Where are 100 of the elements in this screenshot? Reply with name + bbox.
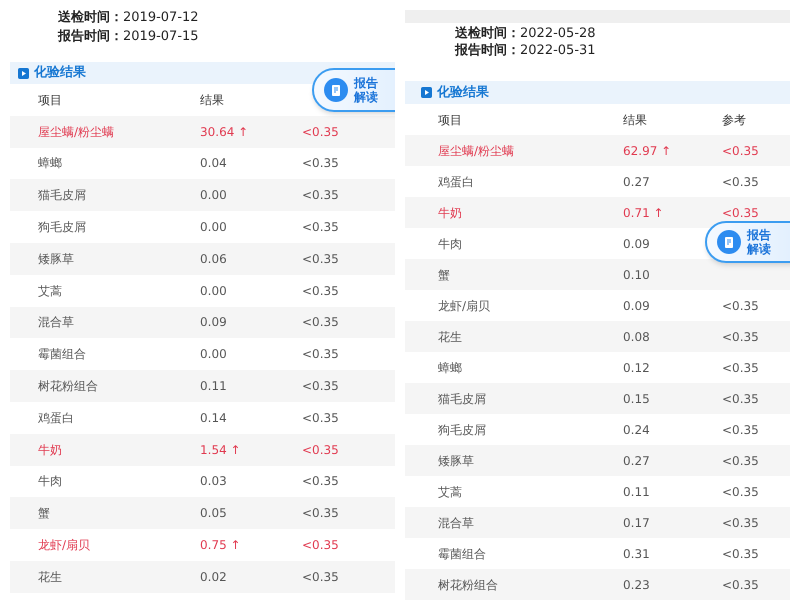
result-value: 0.00 [200, 220, 227, 234]
result-value: 0.08 [623, 330, 650, 344]
column-header: 结果 [200, 92, 224, 107]
item-name: 蟑螂 [438, 360, 462, 374]
date-value: 2022-05-31 [520, 42, 596, 60]
result-value: 0.00 [200, 347, 227, 362]
item-name: 艾蒿 [38, 284, 62, 298]
item-name: 龙虾/扇贝 [438, 298, 490, 312]
column-header: 参考 [722, 112, 746, 126]
item-name: 花生 [438, 330, 462, 344]
play-icon [421, 87, 432, 98]
reference-value: <0.35 [722, 206, 759, 220]
reference-value: <0.35 [722, 144, 759, 158]
reference-value: <0.35 [302, 410, 339, 425]
reference-value: <0.35 [722, 174, 759, 188]
reference-value: <0.35 [302, 156, 339, 170]
item-name: 树花粉组合 [438, 578, 498, 592]
result-value: 0.17 [623, 516, 650, 530]
item-name: 混合草 [438, 516, 474, 530]
item-name: 牛奶 [38, 442, 62, 457]
item-name: 猫毛皮屑 [438, 392, 486, 406]
reference-value: <0.35 [302, 474, 339, 488]
reference-value: <0.35 [722, 484, 759, 498]
reference-value: <0.35 [302, 284, 339, 298]
result-value: 0.02 [200, 570, 227, 584]
result-value: 0.09 [623, 236, 650, 250]
result-value: 0.15 [623, 392, 650, 406]
reference-value: <0.35 [722, 546, 759, 560]
result-value: 0.24 [623, 422, 650, 436]
date-value: 2019-07-15 [123, 28, 199, 46]
reference-value: <0.35 [722, 392, 759, 406]
item-name: 狗毛皮屑 [438, 422, 486, 436]
document-icon [717, 230, 741, 254]
section-title: 化验结果 [34, 64, 86, 82]
column-header: 项目 [438, 112, 462, 126]
item-name: 鸡蛋白 [438, 174, 474, 188]
report-interpret-button[interactable]: 报告 解读 [312, 68, 395, 112]
item-name: 牛肉 [438, 236, 462, 250]
item-name: 蟹 [38, 506, 50, 520]
result-value: 0.23 [623, 578, 650, 592]
item-name: 牛奶 [438, 206, 462, 220]
reference-value: <0.35 [722, 360, 759, 374]
result-value: 0.71 ↑ [623, 206, 664, 220]
column-header: 项目 [38, 92, 62, 107]
play-icon [18, 68, 29, 78]
date-label: 报告时间： [455, 42, 520, 60]
reference-value: <0.35 [302, 252, 339, 266]
item-name: 猫毛皮屑 [38, 188, 86, 202]
result-value: 0.11 [623, 484, 650, 498]
item-name: 花生 [38, 570, 62, 584]
result-value: 0.27 [623, 454, 650, 468]
result-value: 0.05 [200, 506, 227, 520]
result-value: 0.75 ↑ [200, 538, 241, 552]
reference-value: <0.35 [302, 124, 339, 139]
reference-value: <0.35 [302, 220, 339, 234]
result-value: 0.10 [623, 268, 650, 282]
reference-value: <0.35 [722, 454, 759, 468]
result-value: 0.09 [623, 298, 650, 312]
result-value: 1.54 ↑ [200, 442, 241, 457]
item-name: 牛肉 [38, 474, 62, 488]
reference-value: <0.35 [722, 516, 759, 530]
reference-value: <0.35 [722, 422, 759, 436]
date-value: 2019-07-12 [123, 8, 199, 27]
date-label: 送检时间： [58, 8, 123, 27]
report-interpret-button[interactable]: 报告 解读 [705, 221, 790, 263]
reference-value: <0.35 [722, 330, 759, 344]
item-name: 狗毛皮屑 [38, 220, 86, 234]
result-value: 0.00 [200, 284, 227, 298]
result-value: 62.97 ↑ [623, 144, 672, 158]
item-name: 矮豚草 [38, 252, 74, 266]
item-name: 树花粉组合 [38, 379, 98, 394]
item-name: 鸡蛋白 [38, 410, 74, 425]
result-value: 0.03 [200, 474, 227, 488]
reference-value: <0.35 [302, 538, 339, 552]
item-name: 矮豚草 [438, 454, 474, 468]
reference-value: <0.35 [302, 379, 339, 394]
result-value: 0.09 [200, 315, 227, 330]
reference-value: <0.35 [302, 442, 339, 457]
item-name: 蟑螂 [38, 156, 62, 170]
item-name: 蟹 [438, 268, 450, 282]
column-header: 结果 [623, 112, 647, 126]
result-value: 0.04 [200, 156, 227, 170]
reference-value: <0.35 [302, 506, 339, 520]
reference-value: <0.35 [302, 188, 339, 202]
item-name: 混合草 [38, 315, 74, 330]
result-value: 0.27 [623, 174, 650, 188]
result-value: 0.06 [200, 252, 227, 266]
item-name: 龙虾/扇贝 [38, 538, 90, 552]
reference-value: <0.35 [722, 578, 759, 592]
document-icon [324, 78, 348, 102]
result-value: 30.64 ↑ [200, 124, 248, 139]
item-name: 霉菌组合 [38, 347, 86, 362]
result-value: 0.11 [200, 379, 227, 394]
result-value: 0.14 [200, 410, 227, 425]
date-label: 报告时间： [58, 28, 123, 46]
item-name: 艾蒿 [438, 484, 462, 498]
reference-value: <0.35 [302, 315, 339, 330]
reference-value: <0.35 [302, 347, 339, 362]
item-name: 屋尘螨/粉尘螨 [38, 124, 114, 139]
section-title: 化验结果 [437, 84, 489, 102]
